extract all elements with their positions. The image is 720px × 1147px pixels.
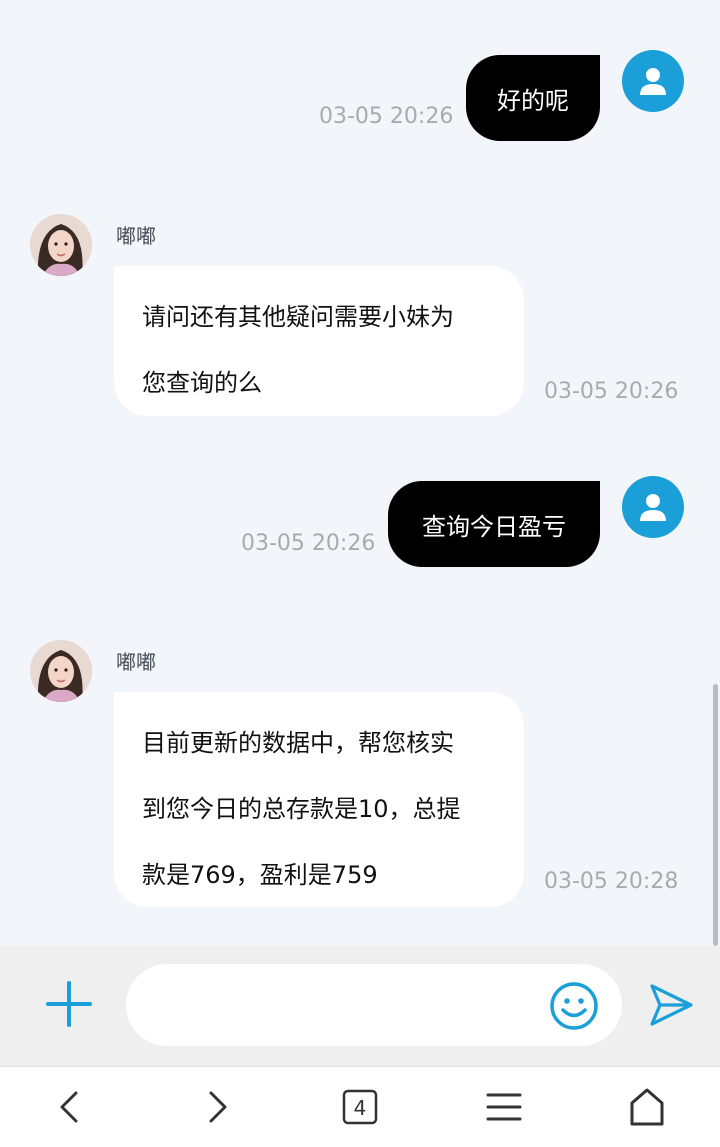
agent-avatar[interactable]	[30, 640, 92, 702]
message-bubble-outgoing[interactable]: 好的呢	[466, 55, 600, 141]
smiley-icon	[550, 982, 598, 1030]
tabs-icon: 4	[342, 1089, 378, 1125]
message-line: 款是769，盈利是759	[142, 861, 378, 889]
home-button[interactable]	[625, 1085, 669, 1129]
message-timestamp: 03-05 20:28	[544, 869, 679, 894]
tab-count: 4	[354, 1096, 367, 1120]
forward-icon	[209, 1091, 227, 1123]
send-icon	[650, 984, 693, 1026]
message-timestamp: 03-05 20:26	[319, 104, 454, 129]
browser-nav-bar: 4	[0, 1066, 720, 1147]
message-timestamp: 03-05 20:26	[544, 379, 679, 404]
message-bubble-incoming[interactable]: 请问还有其他疑问需要小妹为 您查询的么	[114, 266, 524, 416]
agent-photo	[30, 214, 92, 276]
menu-icon	[486, 1093, 522, 1121]
menu-button[interactable]	[482, 1085, 526, 1129]
user-avatar[interactable]	[622, 476, 684, 538]
message-timestamp: 03-05 20:26	[241, 531, 376, 556]
sender-name: 嘟嘟	[116, 650, 156, 674]
message-line: 目前更新的数据中，帮您核实	[142, 729, 454, 757]
forward-button[interactable]	[195, 1085, 239, 1129]
message-input[interactable]	[126, 964, 622, 1046]
send-button[interactable]	[646, 980, 696, 1030]
message-line: 请问还有其他疑问需要小妹为	[142, 303, 454, 331]
back-button[interactable]	[48, 1085, 92, 1129]
message-bubble-outgoing[interactable]: 查询今日盈亏	[388, 481, 600, 567]
message-line: 您查询的么	[142, 369, 262, 397]
home-icon	[630, 1088, 664, 1126]
message-bubble-incoming[interactable]: 目前更新的数据中，帮您核实 到您今日的总存款是10，总提 款是769，盈利是75…	[114, 692, 524, 907]
person-icon	[640, 494, 666, 521]
user-avatar[interactable]	[622, 50, 684, 112]
person-icon	[640, 68, 666, 95]
agent-photo	[30, 640, 92, 702]
chat-area[interactable]: 好的呢 03-05 20:26 嘟嘟 请问还有其他疑问需要小妹为 您查询的么 0…	[0, 0, 720, 946]
back-icon	[60, 1091, 78, 1123]
agent-avatar[interactable]	[30, 214, 92, 276]
emoji-button[interactable]	[549, 981, 599, 1031]
sender-name: 嘟嘟	[116, 224, 156, 248]
scrollbar[interactable]	[713, 684, 718, 946]
message-line: 到您今日的总存款是10，总提	[142, 795, 461, 823]
plus-icon	[46, 981, 92, 1027]
add-attachment-button[interactable]	[40, 975, 98, 1033]
tabs-button[interactable]: 4	[338, 1085, 382, 1129]
